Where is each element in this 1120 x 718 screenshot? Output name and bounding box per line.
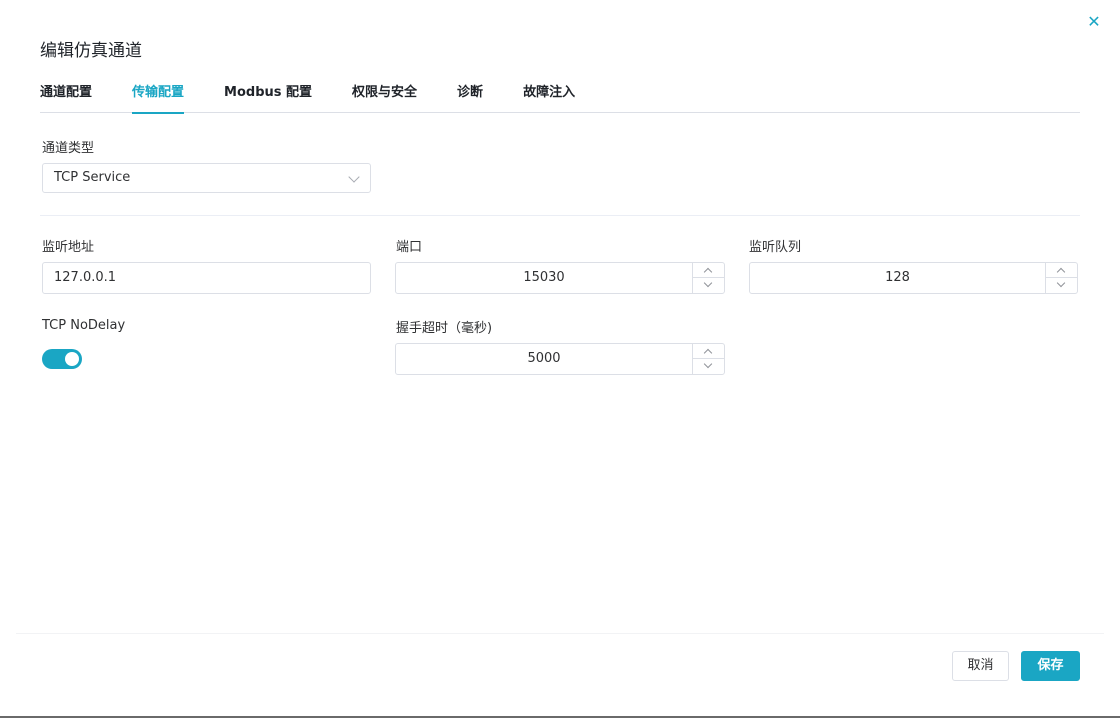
port-label: 端口	[396, 240, 423, 255]
listen-queue-step-buttons	[1045, 263, 1077, 293]
tcp-nodelay-toggle[interactable]	[42, 349, 82, 369]
channel-type-select[interactable]: TCP Service	[42, 163, 371, 193]
toggle-knob	[65, 352, 79, 366]
tab-permissions-security[interactable]: 权限与安全	[352, 84, 417, 113]
dialog-title: 编辑仿真通道	[40, 41, 142, 61]
cancel-button[interactable]: 取消	[952, 651, 1009, 681]
port-stepper[interactable]: 15030	[395, 262, 725, 294]
tab-transport-config[interactable]: 传输配置	[132, 84, 185, 114]
chevron-up-icon[interactable]	[693, 263, 724, 278]
tab-channel-config[interactable]: 通道配置	[40, 84, 92, 113]
handshake-timeout-label: 握手超时（毫秒)	[396, 321, 493, 336]
chevron-up-icon[interactable]	[693, 344, 724, 359]
listen-queue-stepper[interactable]: 128	[749, 262, 1078, 294]
tab-fault-injection[interactable]: 故障注入	[523, 84, 575, 113]
tab-diagnostics[interactable]: 诊断	[457, 84, 483, 113]
chevron-down-icon[interactable]	[693, 278, 724, 293]
close-icon[interactable]: ✕	[1084, 12, 1104, 32]
channel-type-label: 通道类型	[42, 141, 95, 156]
tab-modbus-config[interactable]: Modbus 配置	[224, 84, 312, 113]
chevron-down-icon[interactable]	[1046, 278, 1077, 293]
chevron-down-icon[interactable]	[693, 359, 724, 374]
listen-queue-label: 监听队列	[749, 240, 802, 255]
handshake-timeout-step-buttons	[692, 344, 724, 374]
channel-type-value: TCP Service	[54, 170, 131, 185]
tcp-nodelay-label: TCP NoDelay	[42, 318, 126, 333]
port-step-buttons	[692, 263, 724, 293]
section-divider	[40, 215, 1080, 216]
save-button[interactable]: 保存	[1021, 651, 1080, 681]
tab-bar: 通道配置 传输配置 Modbus 配置 权限与安全 诊断 故障注入	[40, 84, 1080, 114]
port-value[interactable]: 15030	[396, 263, 692, 293]
chevron-down-icon	[348, 171, 360, 183]
edit-channel-dialog: ✕ 编辑仿真通道 通道配置 传输配置 Modbus 配置 权限与安全 诊断 故障…	[0, 0, 1120, 716]
listen-address-label: 监听地址	[42, 240, 95, 255]
handshake-timeout-stepper[interactable]: 5000	[395, 343, 725, 375]
footer-divider	[16, 633, 1104, 634]
chevron-up-icon[interactable]	[1046, 263, 1077, 278]
listen-queue-value[interactable]: 128	[750, 263, 1045, 293]
handshake-timeout-value[interactable]: 5000	[396, 344, 692, 374]
listen-address-input[interactable]: 127.0.0.1	[42, 262, 371, 294]
